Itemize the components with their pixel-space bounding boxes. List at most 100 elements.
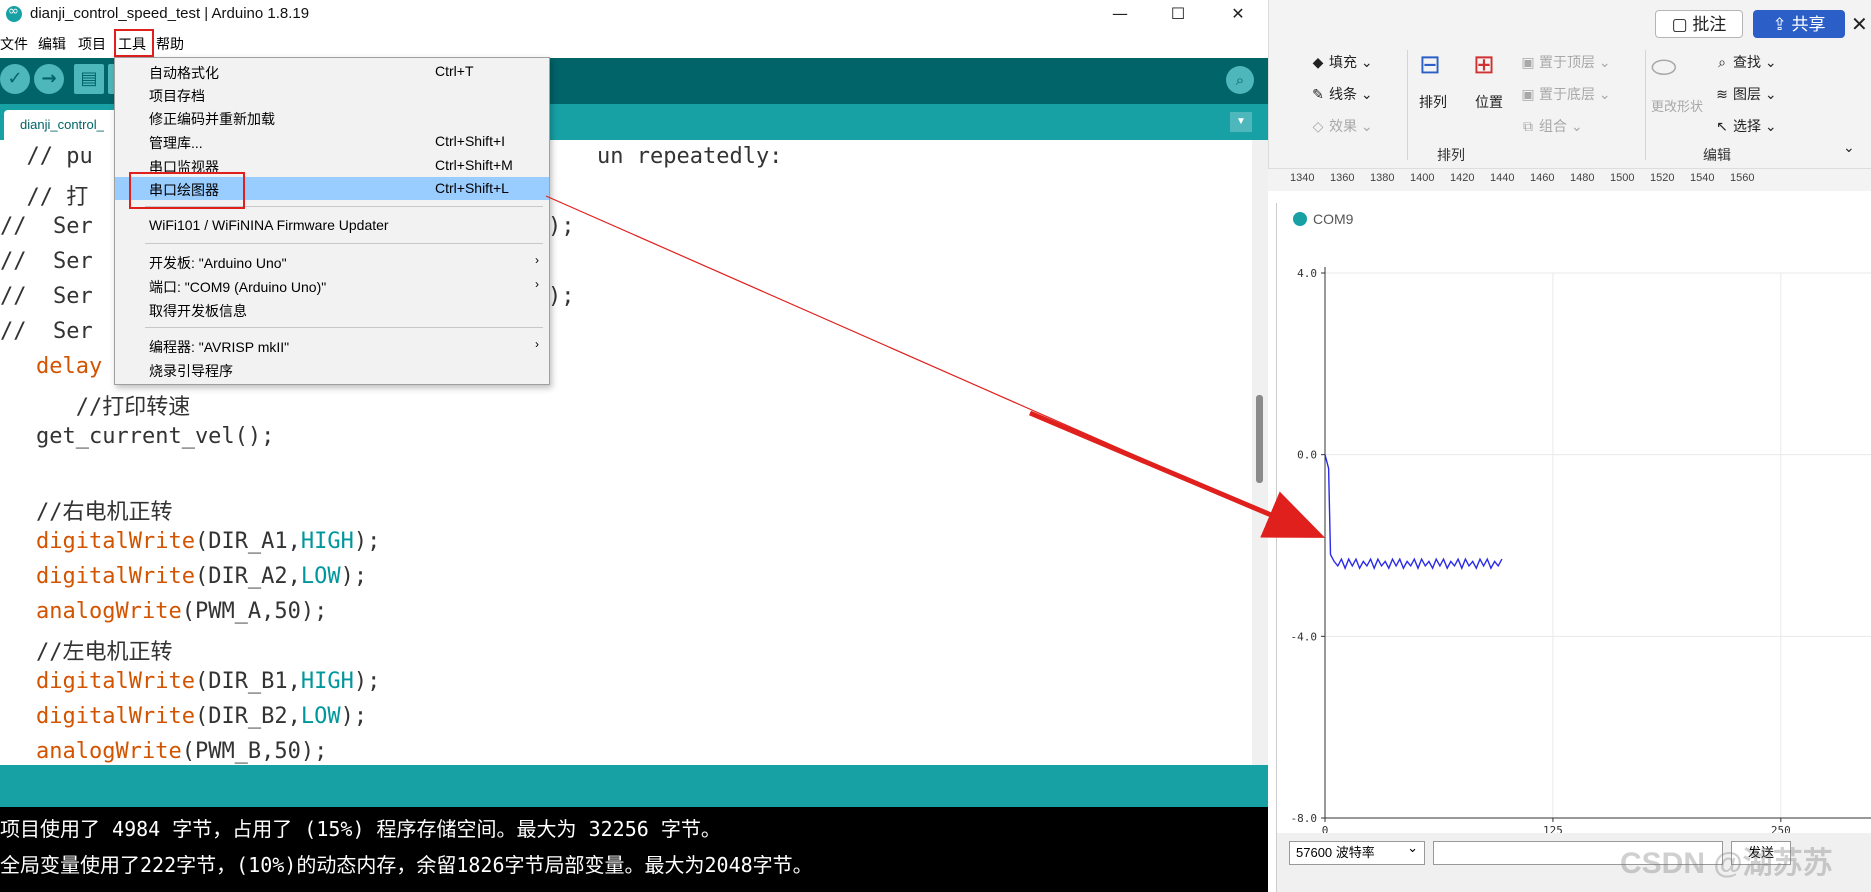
menu-item-fix-encoding[interactable]: 修正编码并重新加载 [115, 106, 549, 129]
code-line: // Ser [0, 214, 93, 239]
change-shape-icon: ⬭ [1651, 50, 1677, 85]
minimize-button[interactable]: — [1092, 0, 1148, 28]
status-bar [0, 765, 1268, 807]
horizontal-ruler: 1340 1360 1380 1400 1420 1440 1460 1480 … [1268, 168, 1871, 191]
menu-item-port[interactable]: 端口: "COM9 (Arduino Uno)" › [115, 274, 549, 297]
change-shape-button[interactable]: 更改形状 [1651, 96, 1703, 115]
arduino-app-icon [1293, 212, 1307, 226]
menu-sketch[interactable]: 项目 [78, 34, 106, 54]
editor-scrollbar[interactable] [1252, 140, 1268, 765]
serial-monitor-button[interactable]: ⌕ [1226, 66, 1254, 94]
plot-area: 4.0 0.0 -4.0 -8.0 0 125 250 [1291, 267, 1871, 833]
select-button[interactable]: ↖ 选择 ⌄ [1713, 116, 1777, 136]
group-label-edit: 编辑 [1703, 147, 1731, 163]
scrollbar-thumb[interactable] [1256, 395, 1263, 483]
y-tick-label: -4.0 [1291, 630, 1318, 643]
code-line: ); [548, 214, 575, 239]
code-line: un repeatedly: [597, 144, 783, 169]
group-label-arrange: 排列 [1437, 147, 1465, 163]
code-line: analogWrite(PWM_B,50); [36, 739, 328, 764]
ribbon-separator [1645, 50, 1646, 160]
menu-bar: 文件 编辑 项目 工具 帮助 [0, 30, 1268, 56]
menu-edit[interactable]: 编辑 [38, 34, 66, 54]
bring-front-icon: ▣ [1521, 55, 1535, 71]
menu-file[interactable]: 文件 [0, 34, 28, 54]
code-line: digitalWrite(DIR_B1,HIGH); [36, 669, 381, 694]
search-icon: ⌕ [1718, 55, 1726, 71]
share-button[interactable]: ⇪ 共享 [1753, 10, 1845, 38]
menu-item-archive[interactable]: 项目存档 [115, 83, 549, 106]
watermark: CSDN @湖苏苏 [1620, 847, 1833, 880]
code-line: // pu [0, 144, 93, 169]
position-icon: ⊞ [1473, 50, 1495, 80]
code-line: // Ser [0, 319, 93, 344]
x-tick-label: 125 [1543, 824, 1563, 833]
code-line: digitalWrite(DIR_A1,HIGH); [36, 529, 381, 554]
ribbon-close-icon[interactable]: ✕ [1851, 12, 1868, 36]
menu-item-board-info[interactable]: 取得开发板信息 [115, 298, 549, 321]
y-tick-label: 4.0 [1297, 267, 1317, 280]
fill-button[interactable]: ◆ 填充 ⌄ [1309, 52, 1373, 72]
highlight-box-serial-plotter [129, 172, 245, 209]
tab-menu-button[interactable]: ▼ [1230, 112, 1252, 132]
maximize-button[interactable]: ☐ [1150, 0, 1206, 28]
find-button[interactable]: ⌕ 查找 ⌄ [1713, 52, 1777, 72]
baud-rate-select[interactable]: 57600 波特率 [1289, 838, 1425, 865]
plotter-title-bar: COM9 [1277, 203, 1871, 235]
menu-item-board[interactable]: 开发板: "Arduino Uno" › [115, 250, 549, 273]
ribbon-separator [1407, 50, 1408, 160]
arduino-app-icon [6, 4, 22, 22]
menu-item-manage-libraries[interactable]: 管理库... Ctrl+Shift+I [115, 130, 549, 153]
line-button[interactable]: ✎ 线条 ⌄ [1309, 84, 1373, 104]
serial-plotter-window: COM9 4.00.0-4.0-8.00125250 57600 波特率 发送 [1276, 203, 1871, 892]
collapse-ribbon-icon[interactable]: ⌄ [1843, 140, 1855, 156]
plot-ticks: 4.0 0.0 -4.0 -8.0 0 125 250 [1291, 267, 1791, 833]
layers-button[interactable]: ≋ 图层 ⌄ [1713, 84, 1777, 104]
upload-button[interactable]: → [34, 64, 64, 94]
code-line: get_current_vel(); [36, 424, 275, 449]
menu-item-firmware-updater[interactable]: WiFi101 / WiFiNINA Firmware Updater [115, 214, 549, 237]
code-line: digitalWrite(DIR_A2,LOW); [36, 564, 368, 589]
title-bar: dianji_control_speed_test | Arduino 1.8.… [0, 0, 1268, 28]
cursor-icon: ↖ [1716, 119, 1728, 135]
effect-button[interactable]: ◇ 效果 ⌄ [1309, 116, 1373, 136]
plot-axes [1324, 267, 1871, 819]
arrange-button[interactable]: 排列 [1419, 92, 1447, 112]
series-line [1324, 454, 1503, 571]
code-line: // Ser [0, 284, 93, 309]
position-button[interactable]: 位置 [1475, 92, 1503, 112]
menu-item-programmer[interactable]: 编程器: "AVRISP mkII" › [115, 334, 549, 357]
send-back-button[interactable]: ▣ 置于底层 ⌄ [1519, 84, 1610, 104]
submenu-arrow-icon: › [535, 337, 539, 351]
pen-icon: ✎ [1312, 87, 1324, 103]
comment-icon: ▢ [1671, 15, 1688, 35]
tab-sketch[interactable]: dianji_control_ [4, 110, 124, 140]
highlight-box-tools [114, 29, 154, 57]
new-button[interactable]: ▤ [74, 64, 104, 94]
annotate-button[interactable]: ▢ 批注 [1655, 10, 1743, 38]
menu-item-burn-bootloader[interactable]: 烧录引导程序 [115, 358, 549, 381]
arrange-icon: ⊟ [1419, 50, 1441, 80]
code-line: //打印转速 [36, 395, 191, 420]
menu-separator [145, 243, 543, 244]
console-line: 项目使用了 4984 字节，占用了 (15%) 程序存储空间。最大为 32256… [0, 817, 721, 841]
code-line: digitalWrite(DIR_B2,LOW); [36, 704, 368, 729]
bring-front-button[interactable]: ▣ 置于顶层 ⌄ [1519, 52, 1610, 72]
layers-icon: ≋ [1716, 87, 1728, 103]
code-line: //左电机正转 [36, 640, 173, 665]
code-line: analogWrite(PWM_A,50); [36, 599, 328, 624]
send-back-icon: ▣ [1521, 87, 1535, 103]
close-button[interactable]: ✕ [1210, 0, 1266, 28]
code-line: // 打 [0, 185, 89, 210]
window-title: dianji_control_speed_test | Arduino 1.8.… [30, 5, 310, 22]
menu-separator [145, 327, 543, 328]
menu-item-auto-format[interactable]: 自动格式化 Ctrl+T [115, 60, 549, 83]
verify-button[interactable]: ✓ [0, 64, 30, 94]
fill-icon: ◆ [1312, 55, 1324, 71]
ppt-ribbon: ▢ 批注 ⇪ 共享 ✕ ◆ 填充 ⌄ ✎ 线条 ⌄ ◇ 效果 ⌄ ⊟ 排列 ⊞ 位置 … [1268, 0, 1871, 174]
group-icon: ⧉ [1523, 119, 1533, 135]
y-tick-label: 0.0 [1297, 449, 1317, 462]
plotter-title: COM9 [1313, 211, 1354, 227]
group-button[interactable]: ⧉ 组合 ⌄ [1519, 116, 1583, 136]
menu-help[interactable]: 帮助 [156, 34, 184, 54]
